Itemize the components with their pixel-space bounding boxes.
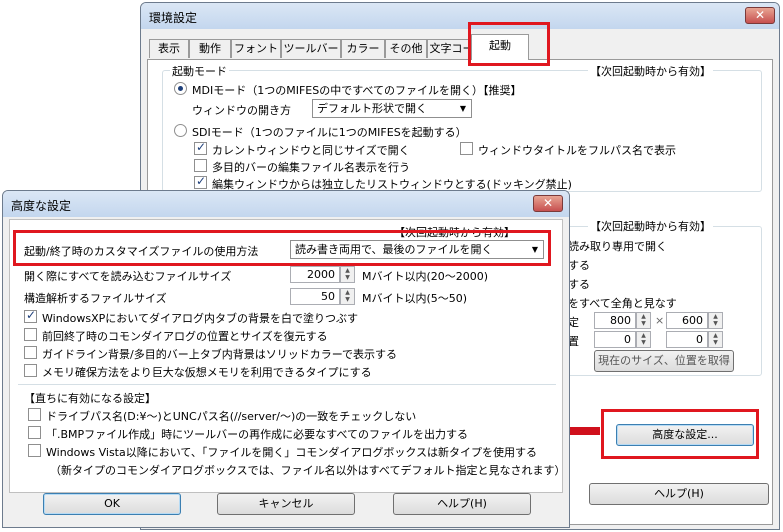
parse-size-label: 構造解析するファイルサイズ (24, 292, 167, 305)
xp-tab-bg-label: WindowsXPにおいてダイアログ内タブの背景を白で塗りつぶす (42, 312, 359, 325)
advanced-titlebar: 高度な設定 ✕ (3, 191, 569, 217)
next-start-note: 【次回起動時から有効】 (588, 63, 713, 79)
other-next-start-note: 【次回起動時から有効】 (588, 218, 713, 234)
fullwidth-label: をすべて全角と見なす (568, 297, 677, 310)
readonly-open-label: 読み取り専用で開く (568, 240, 667, 253)
tab-other[interactable]: その他 (385, 39, 427, 58)
fullpath-title-checkbox[interactable] (460, 142, 473, 155)
help-button[interactable]: ヘルプ(H) (393, 493, 531, 515)
tab-color[interactable]: カラー (341, 39, 385, 58)
parse-unit: Mバイト以内(5～50) (362, 292, 468, 305)
restore-dialog-checkbox[interactable] (24, 328, 37, 341)
window-height-input[interactable]: 600 (666, 312, 708, 329)
advanced-title: 高度な設定 (11, 199, 72, 213)
open-method-select[interactable]: デフォルト形状で開く ▼ (312, 99, 472, 118)
xp-tab-bg-checkbox[interactable] (24, 308, 37, 323)
drive-unc-label: ドライブパス名(D:¥～)とUNCパス名(//server/～)の一致をチェック… (46, 410, 417, 423)
tab-toolbar[interactable]: ツールバー (281, 39, 341, 58)
dropdown-arrow-icon: ▼ (459, 104, 466, 113)
readall-size-label: 開く際にすべてを読み込むファイルサイズ (24, 270, 232, 283)
mdi-mode-radio[interactable] (174, 82, 187, 95)
bmp-output-checkbox[interactable] (28, 426, 41, 439)
solid-color-label: ガイドライン背景/多目的バー上タブ内背景はソリッドカラーで表示する (42, 348, 398, 361)
window-x-input[interactable]: 0 (594, 331, 636, 348)
bmp-output-label: 「.BMPファイル作成」時にツールバーの再作成に必要なすべてのファイルを出力する (46, 428, 468, 441)
width-spinner[interactable]: ▲ ▼ (636, 312, 651, 329)
open-method-value: デフォルト形状で開く (317, 102, 427, 115)
get-current-size-button[interactable]: 現在のサイズ、位置を取得 (594, 350, 734, 372)
virtual-memory-checkbox[interactable] (24, 364, 37, 377)
window-width-input[interactable]: 800 (594, 312, 636, 329)
window-y-input[interactable]: 0 (666, 331, 708, 348)
tab-startup[interactable]: 起動 (471, 34, 529, 60)
independent-list-checkbox[interactable] (194, 174, 207, 189)
tab-display[interactable]: 表示 (149, 39, 189, 58)
same-size-checkbox[interactable] (194, 140, 207, 155)
advanced-close-icon[interactable]: ✕ (533, 195, 563, 212)
multibar-filename-checkbox[interactable] (194, 159, 207, 172)
mdi-mode-label: MDIモード（1つのMIFESの中ですべてのファイルを開く）【推奨】 (192, 84, 522, 97)
parse-size-input[interactable]: 50 (290, 288, 340, 305)
virtual-memory-label: メモリ確保方法をより巨大な仮想メモリを利用できるタイプにする (42, 366, 372, 379)
sdi-mode-label: SDIモード（1つのファイルに1つのMIFESを起動する） (192, 126, 467, 139)
immediate-settings-label: 【直ちに有効になる設定】 (24, 392, 156, 405)
readall-unit: Mバイト以内(20～2000) (362, 270, 489, 283)
x-spinner[interactable]: ▲ ▼ (636, 331, 651, 348)
vista-dialog-note: （新タイプのコモンダイアログボックスでは、ファイル名以外はすべてデフォルト指定と… (50, 464, 566, 477)
option-label-3: する (568, 278, 590, 291)
drive-unc-checkbox[interactable] (28, 408, 41, 421)
open-method-label: ウィンドウの開き方 (192, 104, 291, 117)
vista-dialog-checkbox[interactable] (28, 444, 41, 457)
option-label-2: する (568, 259, 590, 272)
same-size-label: カレントウィンドウと同じサイズで開く (212, 144, 410, 157)
settings-close-icon[interactable]: ✕ (745, 7, 775, 24)
readall-spinner[interactable]: ▲ ▼ (340, 266, 355, 283)
main-help-button[interactable]: ヘルプ(H) (589, 483, 769, 505)
section-divider (18, 384, 556, 385)
tab-behavior[interactable]: 動作 (189, 39, 231, 58)
startup-mode-label: 起動モード (170, 63, 229, 79)
height-spinner[interactable]: ▲ ▼ (708, 312, 723, 329)
ok-button[interactable]: OK (43, 493, 181, 515)
restore-dialog-label: 前回終了時のコモンダイアログの位置とサイズを復元する (42, 330, 328, 343)
vista-dialog-label: Windows Vista以降において、「ファイルを開く」コモンダイアログボック… (46, 446, 538, 459)
times-sign: × (655, 314, 665, 327)
settings-titlebar: 環境設定 ✕ (141, 3, 779, 29)
cancel-button[interactable]: キャンセル (217, 493, 355, 515)
customize-row-highlight (13, 230, 551, 266)
sdi-mode-radio[interactable] (174, 124, 187, 137)
settings-title: 環境設定 (149, 11, 198, 25)
parse-spinner[interactable]: ▲ ▼ (340, 288, 355, 305)
y-spinner[interactable]: ▲ ▼ (708, 331, 723, 348)
fullpath-title-label: ウィンドウタイトルをフルパス名で表示 (478, 144, 676, 157)
tab-font[interactable]: フォント (231, 39, 281, 58)
readall-size-input[interactable]: 2000 (290, 266, 340, 283)
advanced-button-highlight (601, 409, 759, 459)
solid-color-checkbox[interactable] (24, 346, 37, 359)
multibar-filename-label: 多目的バーの編集ファイル名表示を行う (212, 161, 410, 174)
